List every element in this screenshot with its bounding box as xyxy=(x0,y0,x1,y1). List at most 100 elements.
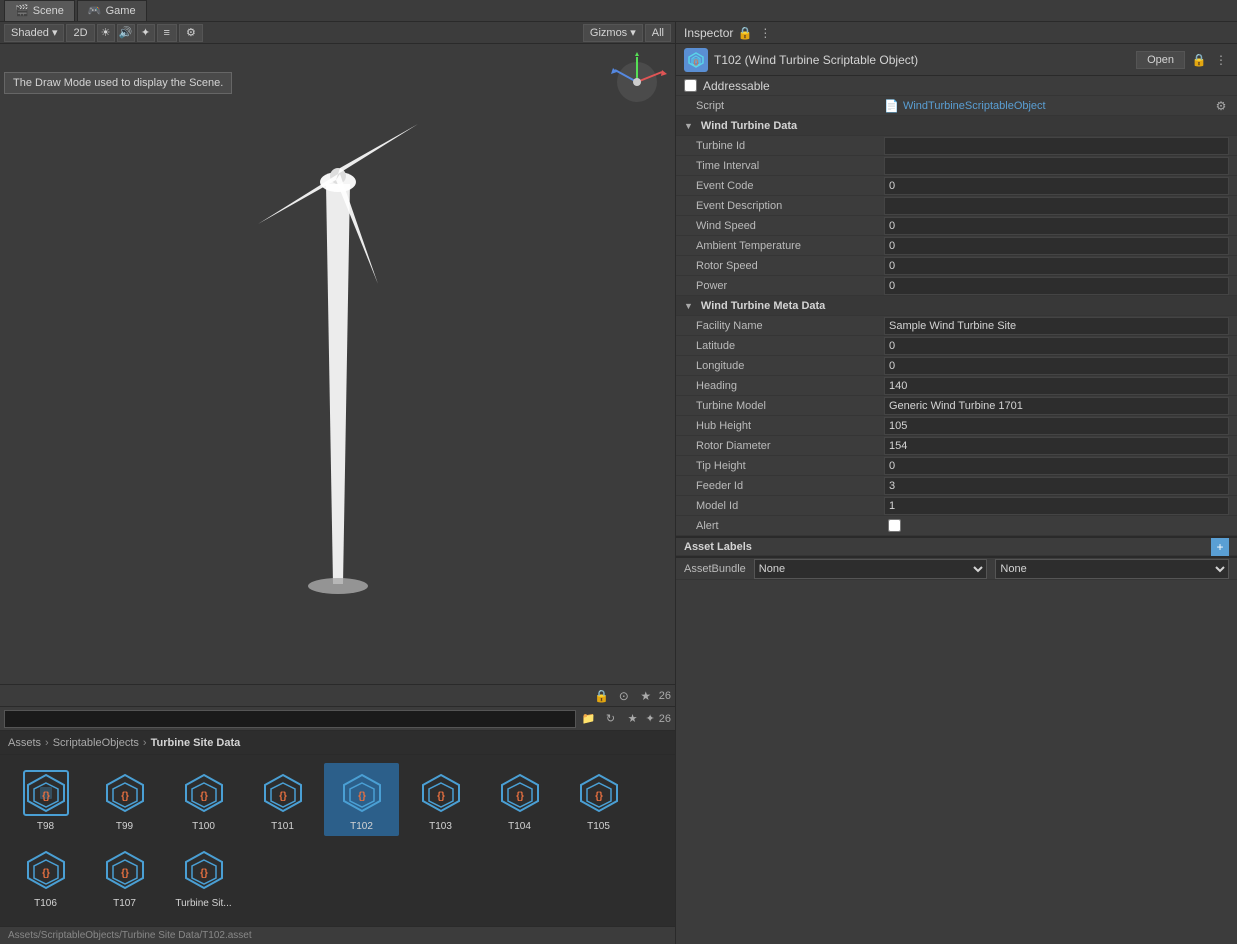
asset-label-t98: T98 xyxy=(37,821,54,832)
wind-turbine-meta-data-section[interactable]: ▼ Wind Turbine Meta Data xyxy=(676,296,1237,316)
event-code-row: Event Code 0 xyxy=(676,176,1237,196)
asset-bundle-select2[interactable]: None xyxy=(995,559,1229,579)
assets-star-count: 26 xyxy=(659,690,671,702)
addressable-checkbox[interactable] xyxy=(684,79,697,92)
latitude-row: Latitude 0 xyxy=(676,336,1237,356)
facility-name-value[interactable]: Sample Wind Turbine Site xyxy=(884,317,1229,335)
asset-item-t104[interactable]: {} T104 xyxy=(482,763,557,836)
asset-item-turbinesit[interactable]: {} Turbine Sit... xyxy=(166,840,241,913)
inspector-more-btn[interactable]: ⋮ xyxy=(1213,52,1229,68)
svg-text:{}: {} xyxy=(358,791,366,802)
gizmos-label: Gizmos ▾ xyxy=(590,26,636,39)
assets-folder-icon-btn[interactable]: 📁 xyxy=(580,710,598,728)
feeder-id-value[interactable]: 3 xyxy=(884,477,1229,495)
model-id-value[interactable]: 1 xyxy=(884,497,1229,515)
left-panel: Shaded ▾ 2D ☀ 🔊 ✦ ≡ ⚙ Gizmos ▾ xyxy=(0,22,676,944)
assets-eye-btn[interactable]: ⊙ xyxy=(615,687,633,705)
longitude-row: Longitude 0 xyxy=(676,356,1237,376)
assets-refresh-btn[interactable]: ↻ xyxy=(602,710,620,728)
asset-label-t105: T105 xyxy=(587,821,610,832)
wind-turbine-data-label: Wind Turbine Data xyxy=(697,120,897,132)
shaded-label: Shaded xyxy=(11,27,49,39)
rotor-diameter-value[interactable]: 154 xyxy=(884,437,1229,455)
script-file-icon: 📄 xyxy=(884,99,899,113)
hub-height-row: Hub Height 105 xyxy=(676,416,1237,436)
rotor-speed-row: Rotor Speed 0 xyxy=(676,256,1237,276)
tools-btn[interactable]: ⚙ xyxy=(179,24,203,42)
scene-gizmo[interactable] xyxy=(607,52,667,112)
audio-btn[interactable]: 🔊 xyxy=(117,24,135,42)
wind-speed-row: Wind Speed 0 xyxy=(676,216,1237,236)
all-search-btn[interactable]: All xyxy=(645,24,671,42)
inspector-panel: Inspector 🔒 ⋮ {} T102 (Wind Turbine Scri… xyxy=(676,22,1237,944)
breadcrumb-turbinesitedata[interactable]: Turbine Site Data xyxy=(151,737,241,749)
effects-btn[interactable]: ✦ xyxy=(137,24,155,42)
rotor-diameter-row: Rotor Diameter 154 xyxy=(676,436,1237,456)
all-label: All xyxy=(652,27,664,39)
asset-item-t105[interactable]: {} T105 xyxy=(561,763,636,836)
assets-bookmark-btn[interactable]: ★ xyxy=(624,710,642,728)
turbine-id-value[interactable] xyxy=(884,137,1229,155)
time-interval-value[interactable] xyxy=(884,157,1229,175)
asset-bundle-row: AssetBundle None None xyxy=(676,556,1237,580)
game-tab-label: Game xyxy=(106,5,136,17)
gizmos-btn[interactable]: Gizmos ▾ xyxy=(583,24,643,42)
tip-height-value[interactable]: 0 xyxy=(884,457,1229,475)
svg-text:{}: {} xyxy=(279,791,287,802)
asset-item-t102[interactable]: {} T102 xyxy=(324,763,399,836)
breadcrumb-scriptableobjects[interactable]: ScriptableObjects xyxy=(53,737,139,749)
power-value[interactable]: 0 xyxy=(884,277,1229,295)
asset-item-t103[interactable]: {} T103 xyxy=(403,763,478,836)
asset-labels-section: Asset Labels + xyxy=(676,536,1237,556)
inspector-header: Inspector 🔒 ⋮ xyxy=(676,22,1237,44)
ambient-temp-row: Ambient Temperature 0 xyxy=(676,236,1237,256)
assets-panel: 🔒 ⊙ ★ 26 📁 ↻ ★ ✦ 26 Assets › ScriptableO… xyxy=(0,684,675,944)
turbine-model-value[interactable]: Generic Wind Turbine 1701 xyxy=(884,397,1229,415)
addressable-row: Addressable xyxy=(676,76,1237,96)
inspector-lock-btn[interactable]: 🔒 xyxy=(737,25,753,41)
assets-star-btn[interactable]: ★ xyxy=(637,687,655,705)
asset-item-t107[interactable]: {} T107 xyxy=(87,840,162,913)
alert-checkbox[interactable] xyxy=(888,519,901,532)
asset-label-t106: T106 xyxy=(34,898,57,909)
wind-turbine-data-section[interactable]: ▼ Wind Turbine Data xyxy=(676,116,1237,136)
asset-bundle-select1[interactable]: None xyxy=(754,559,988,579)
event-code-value[interactable]: 0 xyxy=(884,177,1229,195)
asset-item-t100[interactable]: {} T100 xyxy=(166,763,241,836)
longitude-value[interactable]: 0 xyxy=(884,357,1229,375)
asset-item-t98[interactable]: {} T98 xyxy=(8,763,83,836)
asset-label-t103: T103 xyxy=(429,821,452,832)
game-tab[interactable]: 🎮 Game xyxy=(77,0,147,22)
asset-item-t101[interactable]: {} T101 xyxy=(245,763,320,836)
assets-grid: {} T98 {} T99 xyxy=(0,755,675,926)
scene-tab-label: Scene xyxy=(33,5,64,17)
facility-name-row: Facility Name Sample Wind Turbine Site xyxy=(676,316,1237,336)
asset-item-t99[interactable]: {} T99 xyxy=(87,763,162,836)
scene-tab[interactable]: 🎬 Scene xyxy=(4,0,75,22)
assets-bottom-bar: Assets/ScriptableObjects/Turbine Site Da… xyxy=(0,926,675,944)
hidden-btn[interactable]: ≡ xyxy=(157,24,177,42)
asset-labels-btn[interactable]: + xyxy=(1211,538,1229,556)
hub-height-value[interactable]: 105 xyxy=(884,417,1229,435)
addressable-label: Addressable xyxy=(703,79,770,93)
2d-btn[interactable]: 2D xyxy=(66,24,94,42)
scene-viewport[interactable]: The Draw Mode used to display the Scene. xyxy=(0,44,675,684)
inspector-lock-btn2[interactable]: 🔒 xyxy=(1191,52,1207,68)
scene-toolbar: Shaded ▾ 2D ☀ 🔊 ✦ ≡ ⚙ Gizmos ▾ xyxy=(0,22,675,44)
inspector-menu-btn[interactable]: ⋮ xyxy=(757,25,773,41)
assets-search-input[interactable] xyxy=(4,710,576,728)
wind-speed-value[interactable]: 0 xyxy=(884,217,1229,235)
rotor-speed-value[interactable]: 0 xyxy=(884,257,1229,275)
latitude-value[interactable]: 0 xyxy=(884,337,1229,355)
script-settings-btn[interactable]: ⚙ xyxy=(1213,98,1229,114)
shaded-btn[interactable]: Shaded ▾ xyxy=(4,24,64,42)
asset-item-t106[interactable]: {} T106 xyxy=(8,840,83,913)
light-btn[interactable]: ☀ xyxy=(97,24,115,42)
ambient-temp-value[interactable]: 0 xyxy=(884,237,1229,255)
wind-turbine-meta-data-label: Wind Turbine Meta Data xyxy=(697,300,897,312)
open-button[interactable]: Open xyxy=(1136,51,1185,69)
breadcrumb-assets[interactable]: Assets xyxy=(8,737,41,749)
event-description-value[interactable] xyxy=(884,197,1229,215)
heading-value[interactable]: 140 xyxy=(884,377,1229,395)
assets-lock-btn[interactable]: 🔒 xyxy=(593,687,611,705)
